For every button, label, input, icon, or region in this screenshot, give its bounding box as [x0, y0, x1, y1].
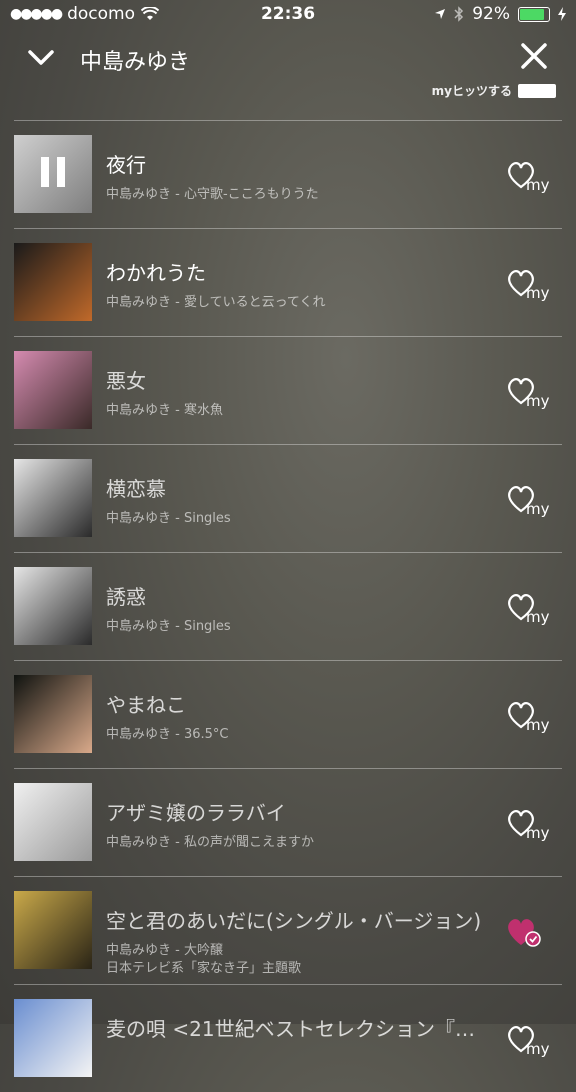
song-row[interactable]: わかれうた中島みゆき - 愛していると云ってくれ my: [14, 228, 562, 336]
my-heart-icon[interactable]: my: [504, 1023, 554, 1057]
chevron-down-icon[interactable]: [26, 42, 56, 72]
my-heart-icon[interactable]: my: [504, 267, 554, 301]
my-heart-icon[interactable]: my: [504, 483, 554, 517]
song-title: アザミ嬢のララバイ: [106, 801, 286, 825]
song-title: やまねこ: [106, 693, 186, 717]
location-icon: [435, 9, 446, 19]
song-subtitle-extra: 日本テレビ系「家なき子」主題歌: [106, 961, 302, 976]
battery-icon: [518, 6, 550, 22]
song-row[interactable]: 麦の唄 <21世紀ベストセレクション『… my: [14, 984, 562, 1092]
song-subtitle: 中島みゆき - 私の声が聞こえますか: [106, 835, 314, 850]
song-subtitle: 中島みゆき - 心守歌-こころもりうた: [106, 187, 319, 202]
battery-percent: 92%: [472, 4, 510, 24]
my-heart-icon[interactable]: my: [504, 159, 554, 193]
song-subtitle: 中島みゆき - Singles: [106, 511, 231, 526]
page-title: 中島みゆき: [80, 50, 191, 75]
song-title: 麦の唄 <21世紀ベストセレクション『…: [106, 1017, 475, 1041]
my-heart-icon[interactable]: my: [504, 807, 554, 841]
bluetooth-icon: [454, 6, 464, 22]
svg-text:my: my: [526, 284, 550, 301]
song-list: 夜行 中島みゆき - 心守歌-こころもりうた my わかれうた 中島みゆき - 愛してい…: [14, 120, 562, 1092]
song-row[interactable]: 悪女中島みゆき - 寒水魚 my: [14, 336, 562, 444]
album-art: [14, 243, 92, 321]
song-row[interactable]: 横恋慕中島みゆき - Singles my: [14, 444, 562, 552]
svg-text:my: my: [526, 1040, 550, 1057]
my-hits-note: myヒッツする: [432, 82, 556, 99]
my-heart-icon[interactable]: my: [504, 699, 554, 733]
song-row[interactable]: 空と君のあいだに(シングル・バージョン) 中島みゆき - 大吟醸日本テレビ系「家な…: [14, 876, 562, 984]
album-art: [14, 783, 92, 861]
song-row[interactable]: アザミ嬢のララバイ中島みゆき - 私の声が聞こえますか my: [14, 768, 562, 876]
close-icon[interactable]: [518, 40, 550, 72]
album-art: [14, 567, 92, 645]
liked-heart-icon[interactable]: [504, 915, 554, 949]
header: 中島みゆき: [0, 30, 576, 88]
svg-text:my: my: [526, 176, 550, 193]
my-heart-icon[interactable]: my: [504, 375, 554, 409]
charging-icon: [558, 7, 566, 21]
svg-text:my: my: [526, 500, 550, 517]
song-title: 空と君のあいだに(シングル・バージョン): [106, 909, 482, 933]
my-heart-icon[interactable]: my: [504, 591, 554, 625]
song-subtitle: 中島みゆき - 愛していると云ってくれ: [106, 295, 326, 310]
album-art: [14, 135, 92, 213]
song-subtitle: 中島みゆき - 36.5°C: [106, 727, 229, 742]
song-row[interactable]: やまねこ中島みゆき - 36.5°C my: [14, 660, 562, 768]
song-subtitle: 中島みゆき - Singles: [106, 619, 231, 634]
svg-text:my: my: [526, 608, 550, 625]
song-subtitle: 中島みゆき - 寒水魚: [106, 403, 223, 418]
song-row[interactable]: 夜行中島みゆき - 心守歌-こころもりうた my: [14, 120, 562, 228]
song-subtitle: 中島みゆき - 大吟醸: [106, 943, 223, 958]
my-hits-badge: [518, 83, 556, 98]
pause-icon[interactable]: [14, 135, 92, 213]
song-title: 夜行: [106, 153, 146, 177]
song-title: わかれうた: [106, 261, 206, 285]
svg-text:my: my: [526, 824, 550, 841]
album-art: [14, 891, 92, 969]
song-title: 悪女: [106, 369, 146, 393]
album-art: [14, 675, 92, 753]
svg-text:my: my: [526, 392, 550, 409]
album-art: [14, 999, 92, 1077]
my-hits-label: myヒッツする: [431, 84, 512, 98]
status-bar: ●●●●● docomo 22:36 92%: [0, 0, 576, 30]
song-title: 横恋慕: [106, 477, 166, 501]
song-title: 誘惑: [106, 585, 146, 609]
album-art: [14, 351, 92, 429]
svg-text:my: my: [526, 716, 550, 733]
song-row[interactable]: 誘惑中島みゆき - Singles my: [14, 552, 562, 660]
album-art: [14, 459, 92, 537]
